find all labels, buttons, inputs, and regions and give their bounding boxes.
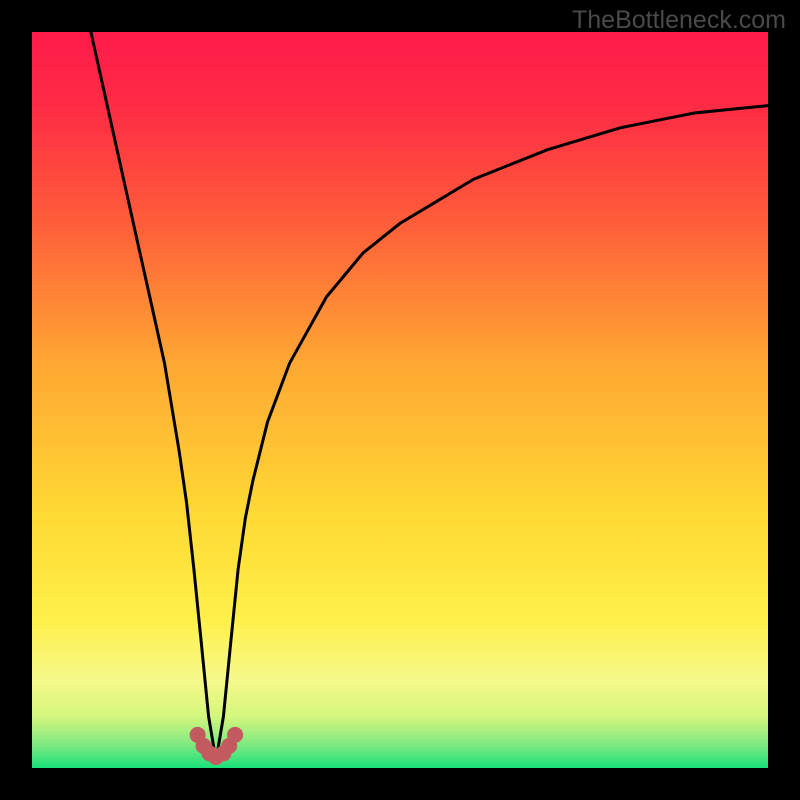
bottleneck-chart bbox=[32, 32, 768, 768]
watermark-text: TheBottleneck.com bbox=[572, 6, 786, 35]
gradient-background bbox=[32, 32, 768, 768]
chart-frame: TheBottleneck.com bbox=[0, 0, 800, 800]
marker-dot bbox=[227, 727, 243, 743]
